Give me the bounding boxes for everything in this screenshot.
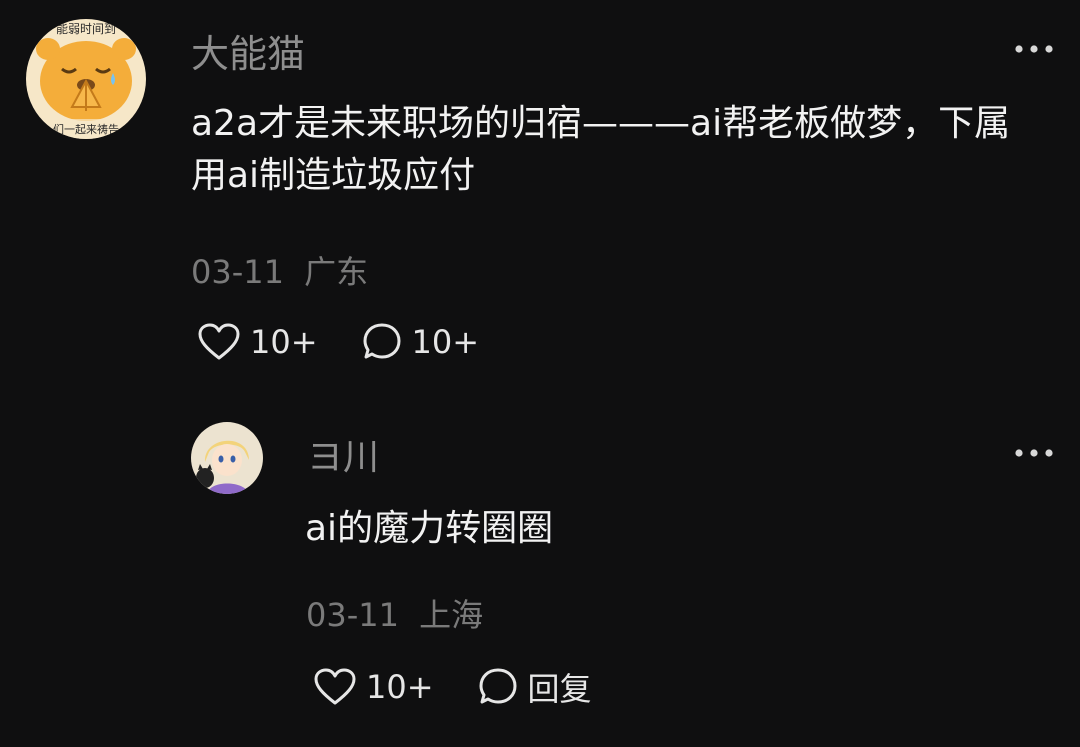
comment-text: a2a才是未来职场的归宿———ai帮老板做梦，下属用ai制造垃圾应付 (191, 103, 1011, 197)
reply-count: 10+ (411, 323, 480, 361)
like-button[interactable]: 10+ (314, 668, 434, 706)
reply-author-name[interactable]: ヨ川 (307, 428, 379, 480)
avatar[interactable]: 能弱时间到 们一起来祷告 (26, 19, 146, 139)
reply-label: 回复 (527, 670, 592, 708)
more-dots-icon (1015, 449, 1053, 457)
avatar[interactable] (191, 422, 263, 494)
reply-count-button[interactable]: 10+ (362, 322, 480, 362)
like-button[interactable]: 10+ (198, 323, 318, 361)
heart-icon (314, 668, 356, 705)
svg-text:能弱时间到: 能弱时间到 (56, 22, 116, 36)
like-count: 10+ (250, 323, 318, 361)
speech-bubble-icon (479, 668, 517, 704)
heart-icon (198, 323, 240, 360)
more-dots-icon (1015, 45, 1053, 53)
cartoon-bear-praying-icon: 能弱时间到 们一起来祷告 (26, 19, 146, 139)
comment-actions: 10+ 10+ (198, 322, 479, 362)
comment-date: 03-11 (191, 253, 284, 291)
like-count: 10+ (366, 668, 434, 706)
comment-meta: 03-11 广东 (191, 247, 368, 293)
more-options-button[interactable] (1014, 43, 1054, 55)
reply-date: 03-11 (306, 596, 399, 634)
reply-location: 上海 (419, 596, 484, 634)
reply-button[interactable]: 回复 (478, 664, 592, 710)
comment-location: 广东 (304, 253, 369, 291)
reply-meta: 03-11 上海 (306, 590, 483, 636)
more-options-button[interactable] (1014, 447, 1054, 459)
comment-author-name[interactable]: 大能猫 (191, 23, 305, 78)
speech-bubble-icon (363, 323, 401, 359)
anime-girl-with-cat-icon (191, 422, 263, 494)
reply-text: ai的魔力转圈圈 (305, 508, 554, 549)
reply-actions: 10+ 回复 (314, 664, 592, 710)
svg-text:们一起来祷告: 们一起来祷告 (53, 122, 119, 136)
